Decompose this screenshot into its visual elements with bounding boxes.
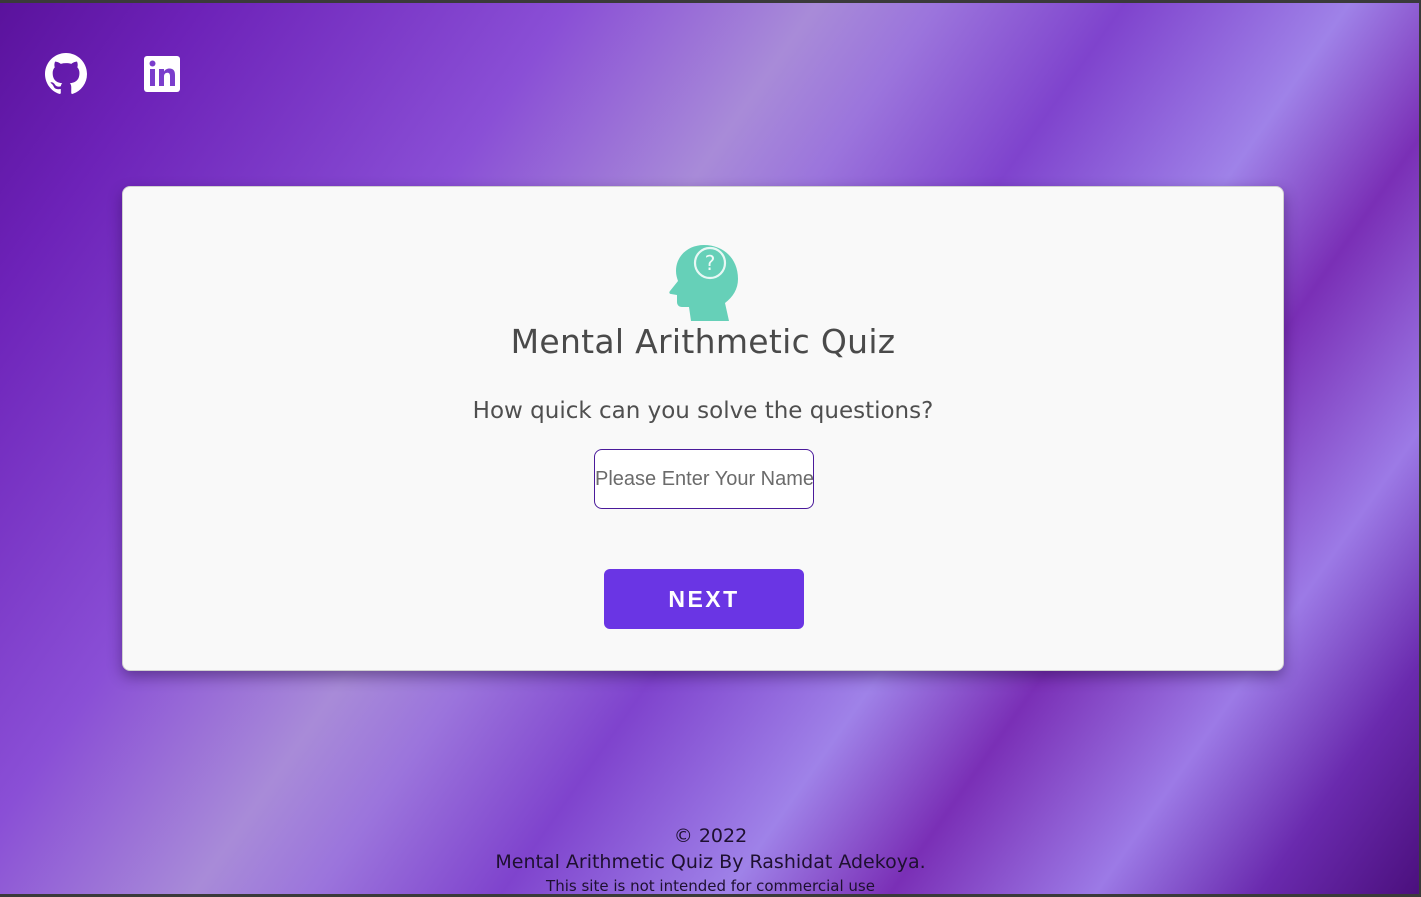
page-title: Mental Arithmetic Quiz [510, 322, 896, 361]
quiz-start-card: ? Mental Arithmetic Quiz How quick can y… [122, 186, 1284, 671]
copyright: © 2022 [673, 825, 748, 847]
svg-text:?: ? [705, 251, 716, 275]
github-icon [45, 53, 87, 94]
head-question-icon: ? [669, 245, 738, 321]
next-button[interactable]: NEXT [604, 569, 804, 629]
name-input[interactable] [594, 449, 814, 509]
footer-byline: Mental Arithmetic Quiz By Rashidat Adeko… [495, 851, 926, 873]
linkedin-link[interactable] [142, 53, 184, 95]
subtitle: How quick can you solve the questions? [472, 398, 934, 424]
github-link[interactable] [45, 53, 87, 95]
footer: © 2022 Mental Arithmetic Quiz By Rashida… [0, 823, 1421, 897]
linkedin-icon [144, 56, 180, 92]
